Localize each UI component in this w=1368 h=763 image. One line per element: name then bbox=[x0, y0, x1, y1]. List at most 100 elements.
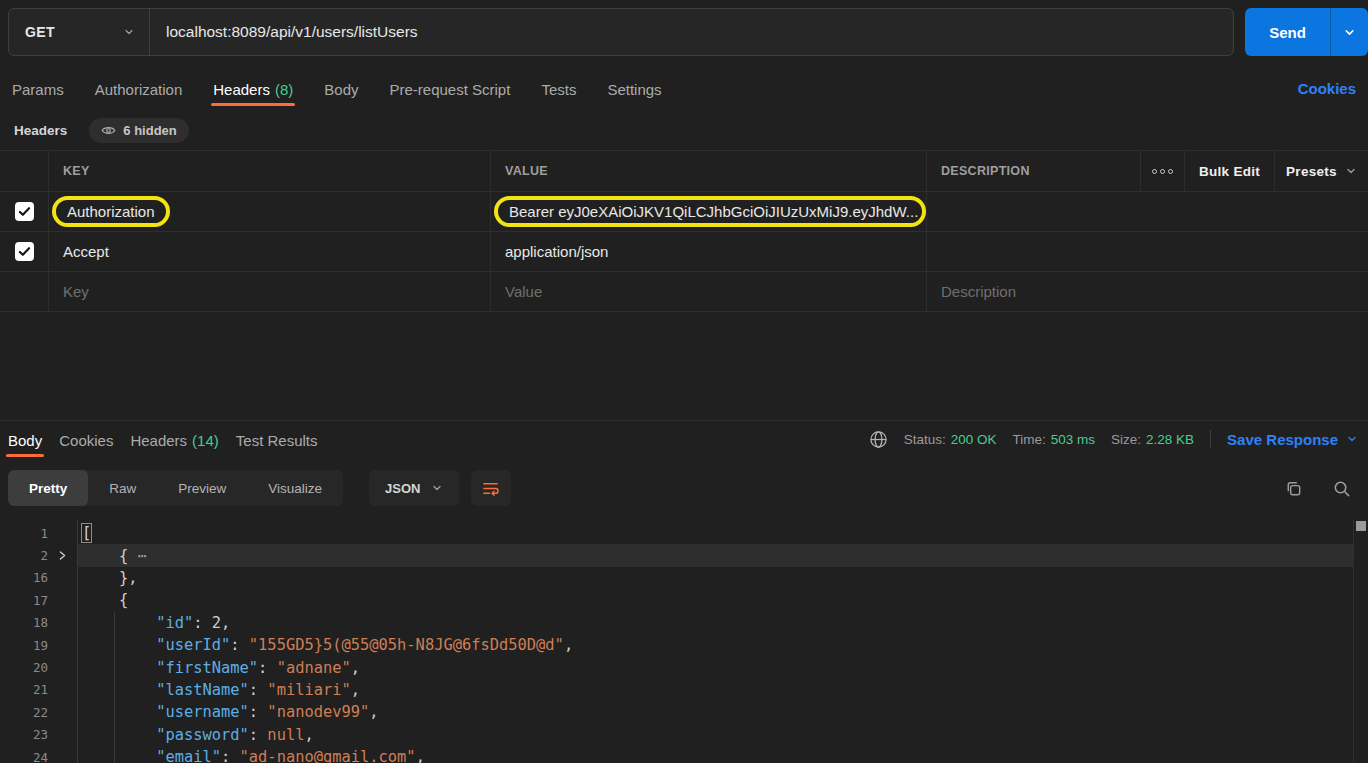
code-text: "id": 2, bbox=[77, 614, 230, 632]
row-checkbox[interactable] bbox=[15, 242, 34, 261]
check-icon bbox=[17, 244, 32, 259]
presets-label: Presets bbox=[1286, 164, 1337, 179]
globe-icon bbox=[869, 430, 888, 449]
meta-divider bbox=[1210, 430, 1211, 448]
line-number: 21 bbox=[0, 682, 48, 697]
request-tabs: Params Authorization Headers(8) Body Pre-req… bbox=[12, 72, 662, 106]
line-number: 24 bbox=[0, 750, 48, 763]
view-tab-visualize[interactable]: Visualize bbox=[247, 470, 343, 506]
column-value: VALUE bbox=[490, 151, 926, 191]
eye-icon bbox=[101, 123, 116, 138]
tab-settings[interactable]: Settings bbox=[607, 72, 661, 106]
code-line: 17 { bbox=[0, 589, 1368, 611]
bulk-edit-button[interactable]: Bulk Edit bbox=[1184, 151, 1274, 191]
table-row: Key Value Description bbox=[0, 272, 1368, 312]
value-cell[interactable]: application/json bbox=[490, 232, 926, 271]
copy-icon[interactable] bbox=[1284, 479, 1303, 498]
cookies-link[interactable]: Cookies bbox=[1298, 80, 1356, 97]
key-cell[interactable]: Authorization bbox=[48, 192, 490, 231]
code-lines: 1[2 { ⋯16 },17 {18 "id": 2,19 "userId": … bbox=[0, 522, 1368, 763]
method-select[interactable]: GET bbox=[9, 9, 150, 55]
wrap-lines-icon bbox=[481, 479, 500, 498]
send-options-button[interactable] bbox=[1331, 26, 1368, 39]
description-cell[interactable] bbox=[926, 232, 1368, 271]
code-text: "firstName": "adnane", bbox=[77, 659, 360, 677]
search-icon[interactable] bbox=[1332, 479, 1351, 498]
value-cell[interactable]: Bearer eyJ0eXAiOiJKV1QiLCJhbGciOiJIUzUxM… bbox=[490, 192, 926, 231]
row-checkbox[interactable] bbox=[15, 202, 34, 221]
tab-headers[interactable]: Headers(8) bbox=[213, 72, 293, 106]
presets-button[interactable]: Presets bbox=[1274, 151, 1368, 191]
check-icon bbox=[17, 204, 32, 219]
tab-body[interactable]: Body bbox=[324, 72, 358, 106]
wrap-lines-button[interactable] bbox=[471, 470, 511, 506]
line-number: 16 bbox=[0, 570, 48, 585]
tab-label: Authorization bbox=[95, 81, 183, 98]
header-value: Bearer eyJ0eXAiOiJKV1QiLCJhbGciOiJIUzUxM… bbox=[494, 196, 926, 227]
line-number: 18 bbox=[0, 615, 48, 630]
header-value: application/json bbox=[505, 243, 608, 260]
tab-count: (14) bbox=[192, 432, 219, 449]
view-tab-preview[interactable]: Preview bbox=[157, 470, 247, 506]
response-meta: Status:200 OK Time:503 ms Size:2.28 KB S… bbox=[869, 424, 1358, 454]
header-key: Accept bbox=[63, 243, 109, 260]
view-mode-switch: PrettyRawPreviewVisualize bbox=[8, 470, 343, 506]
code-line: 1[ bbox=[0, 522, 1368, 544]
hidden-headers-toggle[interactable]: 6 hidden bbox=[89, 118, 188, 143]
chevron-down-icon bbox=[431, 482, 443, 494]
tab-label: Headers bbox=[130, 432, 187, 449]
scrollbar-track bbox=[1353, 519, 1354, 763]
header-key: Key bbox=[63, 283, 89, 300]
scrollbar-thumb[interactable] bbox=[1356, 521, 1366, 531]
tab-label: Test Results bbox=[236, 432, 318, 449]
code-line: 18 "id": 2, bbox=[0, 612, 1368, 634]
checkbox-cell bbox=[0, 192, 48, 231]
tab-test-results[interactable]: Test Results bbox=[236, 423, 318, 457]
tab-count: (8) bbox=[275, 81, 293, 98]
line-number: 20 bbox=[0, 660, 48, 675]
header-key: Authorization bbox=[52, 196, 170, 227]
language-select[interactable]: JSON bbox=[369, 470, 458, 506]
code-line: 21 "lastName": "miliari", bbox=[0, 679, 1368, 701]
description-cell[interactable]: Description bbox=[926, 272, 1368, 311]
response-tabs: Body Cookies Headers (14) Test Results bbox=[8, 423, 318, 457]
bulk-edit-label: Bulk Edit bbox=[1199, 164, 1260, 179]
request-url-bar: GET localhost:8089/api/v1/users/listUser… bbox=[8, 8, 1234, 56]
tab-tests[interactable]: Tests bbox=[541, 72, 576, 106]
code-line: 24 "email": "ad-nano@gmail.com", bbox=[0, 746, 1368, 763]
header-description: Description bbox=[941, 283, 1016, 300]
table-row: Accept application/json bbox=[0, 232, 1368, 272]
line-number: 2 bbox=[0, 548, 48, 563]
code-text: "userId": "155GD5}5(@55@05h-N8JG@6fsDd50… bbox=[77, 636, 573, 654]
url-input[interactable]: localhost:8089/api/v1/users/listUsers bbox=[150, 23, 418, 41]
time-label: Time: bbox=[1013, 432, 1046, 447]
status-label: Status: bbox=[904, 432, 946, 447]
tab-body[interactable]: Body bbox=[8, 423, 42, 457]
key-cell[interactable]: Key bbox=[48, 272, 490, 311]
code-text: { ⋯ bbox=[77, 547, 147, 565]
tab-headers[interactable]: Headers (14) bbox=[130, 423, 218, 457]
tab-authorization[interactable]: Authorization bbox=[95, 72, 183, 106]
status-value: 200 OK bbox=[951, 432, 997, 447]
language-label: JSON bbox=[385, 481, 420, 496]
code-text: "lastName": "miliari", bbox=[77, 681, 360, 699]
send-button[interactable]: Send bbox=[1245, 8, 1368, 56]
tab-pre-request-script[interactable]: Pre-request Script bbox=[390, 72, 511, 106]
tab-params[interactable]: Params bbox=[12, 72, 64, 106]
view-tab-raw[interactable]: Raw bbox=[88, 470, 157, 506]
tab-cookies[interactable]: Cookies bbox=[59, 423, 113, 457]
chevron-down-icon bbox=[123, 26, 135, 38]
code-text: { bbox=[77, 591, 128, 609]
code-text: "username": "nanodev99", bbox=[77, 703, 379, 721]
fold-icon[interactable] bbox=[48, 550, 77, 561]
key-cell[interactable]: Accept bbox=[48, 232, 490, 271]
view-tab-pretty[interactable]: Pretty bbox=[8, 470, 88, 506]
description-cell[interactable] bbox=[926, 192, 1368, 231]
tab-label: Body bbox=[324, 81, 358, 98]
code-text: }, bbox=[77, 569, 138, 587]
save-response-button[interactable]: Save Response bbox=[1227, 431, 1358, 448]
code-text: "password": null, bbox=[77, 726, 314, 744]
value-cell[interactable]: Value bbox=[490, 272, 926, 311]
more-options-button[interactable] bbox=[1140, 151, 1184, 191]
size-value: 2.28 KB bbox=[1146, 432, 1194, 447]
